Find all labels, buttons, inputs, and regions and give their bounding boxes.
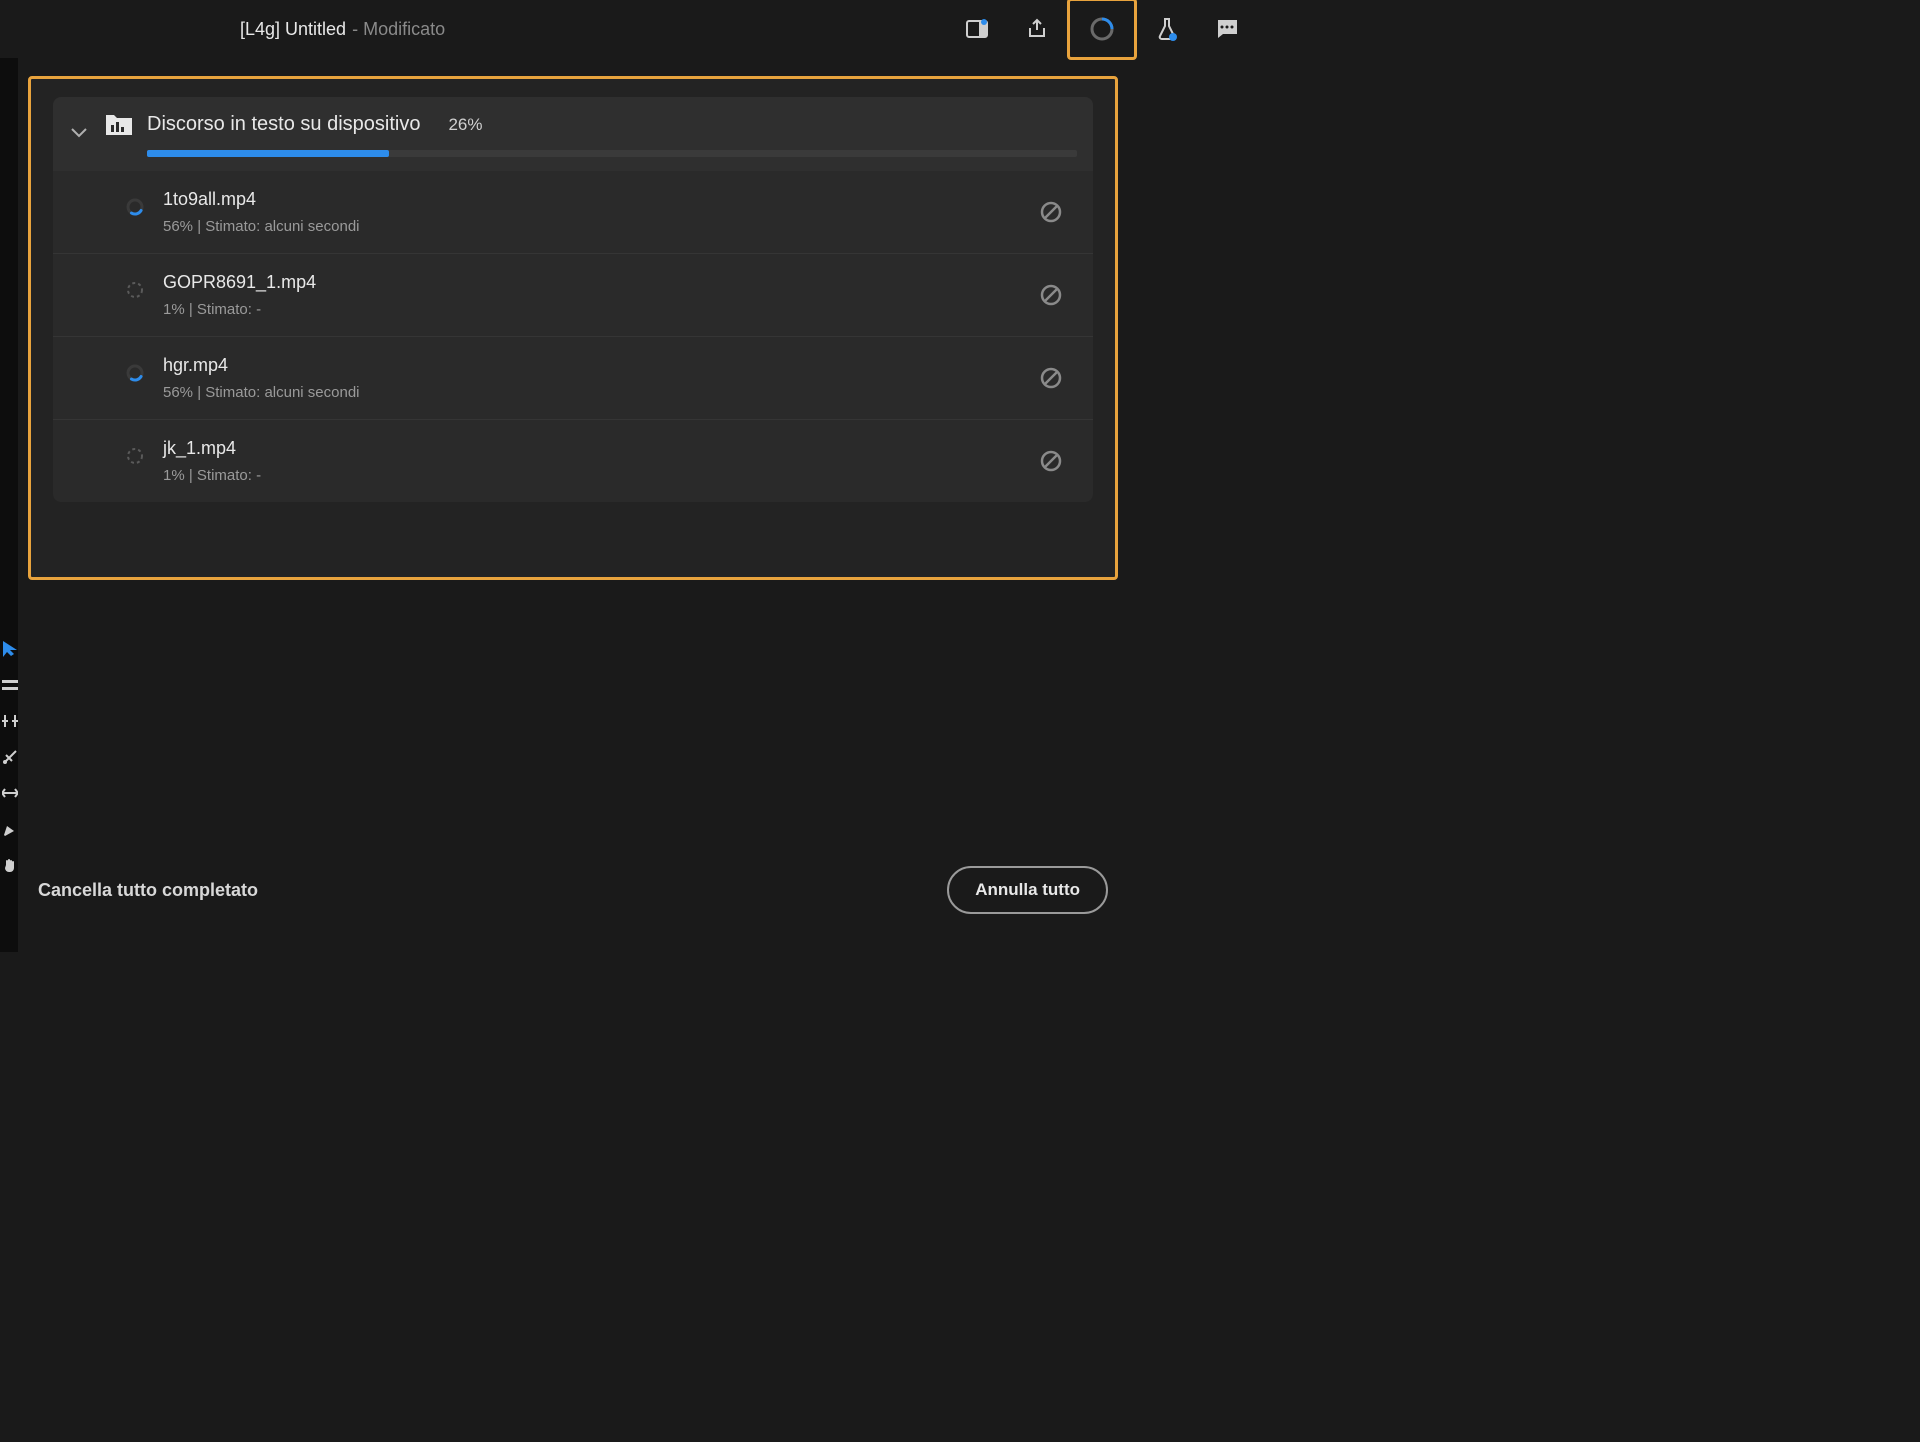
item-name: 1to9all.mp4 (163, 189, 1039, 210)
overall-progress-track (147, 150, 1077, 157)
list-item: hgr.mp4 56% | Stimato: alcuni secondi (53, 336, 1093, 419)
folder-chart-icon (105, 111, 133, 142)
item-name: hgr.mp4 (163, 355, 1039, 376)
panel-header: Discorso in testo su dispositivo 26% (53, 97, 1093, 171)
item-meta: 56% | Stimato: alcuni secondi (163, 218, 1039, 235)
item-meta: 56% | Stimato: alcuni secondi (163, 384, 1039, 401)
cancel-item-icon[interactable] (1039, 366, 1063, 390)
slip-tool-icon[interactable] (1, 784, 19, 802)
razor-tool-icon[interactable] (1, 748, 19, 766)
progress-panel: Discorso in testo su dispositivo 26% 1to… (28, 76, 1118, 580)
window-title: [L4g] Untitled - Modificato (240, 19, 445, 40)
panel-title: Discorso in testo su dispositivo (147, 113, 420, 136)
progress-ring-button[interactable] (1067, 0, 1137, 60)
ripple-tool-icon[interactable] (1, 712, 19, 730)
item-content: 1to9all.mp4 56% | Stimato: alcuni secondi (163, 189, 1039, 235)
spinner-idle-icon (125, 446, 145, 466)
item-meta: 1% | Stimato: - (163, 301, 1039, 318)
item-name: GOPR8691_1.mp4 (163, 272, 1039, 293)
item-content: hgr.mp4 56% | Stimato: alcuni secondi (163, 355, 1039, 401)
pen-tool-icon[interactable] (1, 820, 19, 838)
selection-tool-icon[interactable] (1, 640, 19, 658)
chat-icon[interactable] (1197, 1, 1257, 57)
cancel-all-button[interactable]: Annulla tutto (947, 866, 1108, 914)
track-tool-icon[interactable] (1, 676, 19, 694)
hand-tool-icon[interactable] (1, 856, 19, 874)
list-item: GOPR8691_1.mp4 1% | Stimato: - (53, 253, 1093, 336)
cancel-item-icon[interactable] (1039, 283, 1063, 307)
list-item: jk_1.mp4 1% | Stimato: - (53, 419, 1093, 502)
top-bar: [L4g] Untitled - Modificato (0, 0, 1267, 58)
list-item: 1to9all.mp4 56% | Stimato: alcuni secondi (53, 171, 1093, 253)
cancel-item-icon[interactable] (1039, 200, 1063, 224)
panel-toggle-icon[interactable] (947, 1, 1007, 57)
item-content: GOPR8691_1.mp4 1% | Stimato: - (163, 272, 1039, 318)
title-modified: - Modificato (352, 19, 445, 40)
item-content: jk_1.mp4 1% | Stimato: - (163, 438, 1039, 484)
item-meta: 1% | Stimato: - (163, 467, 1039, 484)
spinner-idle-icon (125, 280, 145, 300)
clear-completed-button[interactable]: Cancella tutto completato (38, 880, 258, 901)
footer-bar: Cancella tutto completato Annulla tutto (28, 866, 1118, 914)
left-tool-strip (0, 640, 20, 874)
item-name: jk_1.mp4 (163, 438, 1039, 459)
title-main: [L4g] Untitled (240, 19, 346, 40)
spinner-active-icon (125, 197, 145, 217)
cancel-item-icon[interactable] (1039, 449, 1063, 473)
chevron-down-icon[interactable] (71, 119, 87, 147)
flask-icon[interactable] (1137, 1, 1197, 57)
item-list: 1to9all.mp4 56% | Stimato: alcuni secondi… (53, 171, 1093, 502)
topbar-icons (947, 0, 1257, 60)
share-icon[interactable] (1007, 1, 1067, 57)
overall-progress-fill (147, 150, 389, 157)
spinner-active-icon (125, 363, 145, 383)
panel-percent: 26% (448, 115, 482, 135)
